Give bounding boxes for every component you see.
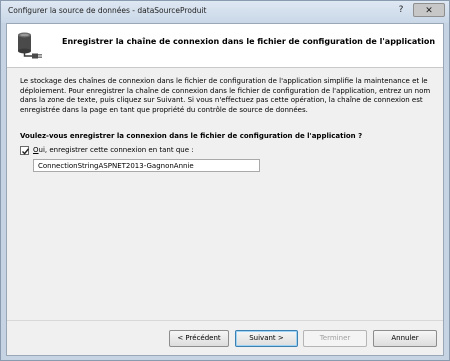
page-title: Enregistrer la chaîne de connexion dans … bbox=[62, 37, 436, 46]
wizard-header: Enregistrer la chaîne de connexion dans … bbox=[7, 24, 443, 68]
help-button[interactable]: ? bbox=[392, 3, 410, 17]
save-question: Voulez-vous enregistrer la connexion dan… bbox=[20, 132, 363, 140]
connection-name-input[interactable] bbox=[33, 159, 260, 172]
title-bar[interactable]: Configurer la source de données - dataSo… bbox=[1, 1, 449, 23]
next-button[interactable]: Suivant > bbox=[235, 330, 298, 347]
checkmark-icon bbox=[22, 148, 30, 155]
window-title: Configurer la source de données - dataSo… bbox=[8, 6, 207, 15]
save-connection-label[interactable]: Oui, enregistrer cette connexion en tant… bbox=[33, 146, 194, 154]
save-connection-checkbox[interactable] bbox=[20, 146, 30, 155]
dialog-body: Enregistrer la chaîne de connexion dans … bbox=[6, 23, 444, 356]
database-connection-icon bbox=[16, 31, 46, 61]
label-text: ui, enregistrer cette connexion en tant … bbox=[38, 146, 194, 154]
finish-button[interactable]: Terminer bbox=[303, 330, 367, 347]
description-text: Le stockage des chaînes de connexion dan… bbox=[20, 77, 431, 114]
previous-button[interactable]: < Précédent bbox=[169, 330, 229, 347]
dialog-window: Configurer la source de données - dataSo… bbox=[0, 0, 450, 361]
cancel-button[interactable]: Annuler bbox=[373, 330, 437, 347]
close-button[interactable]: ✕ bbox=[413, 3, 445, 17]
footer-divider bbox=[7, 320, 443, 321]
